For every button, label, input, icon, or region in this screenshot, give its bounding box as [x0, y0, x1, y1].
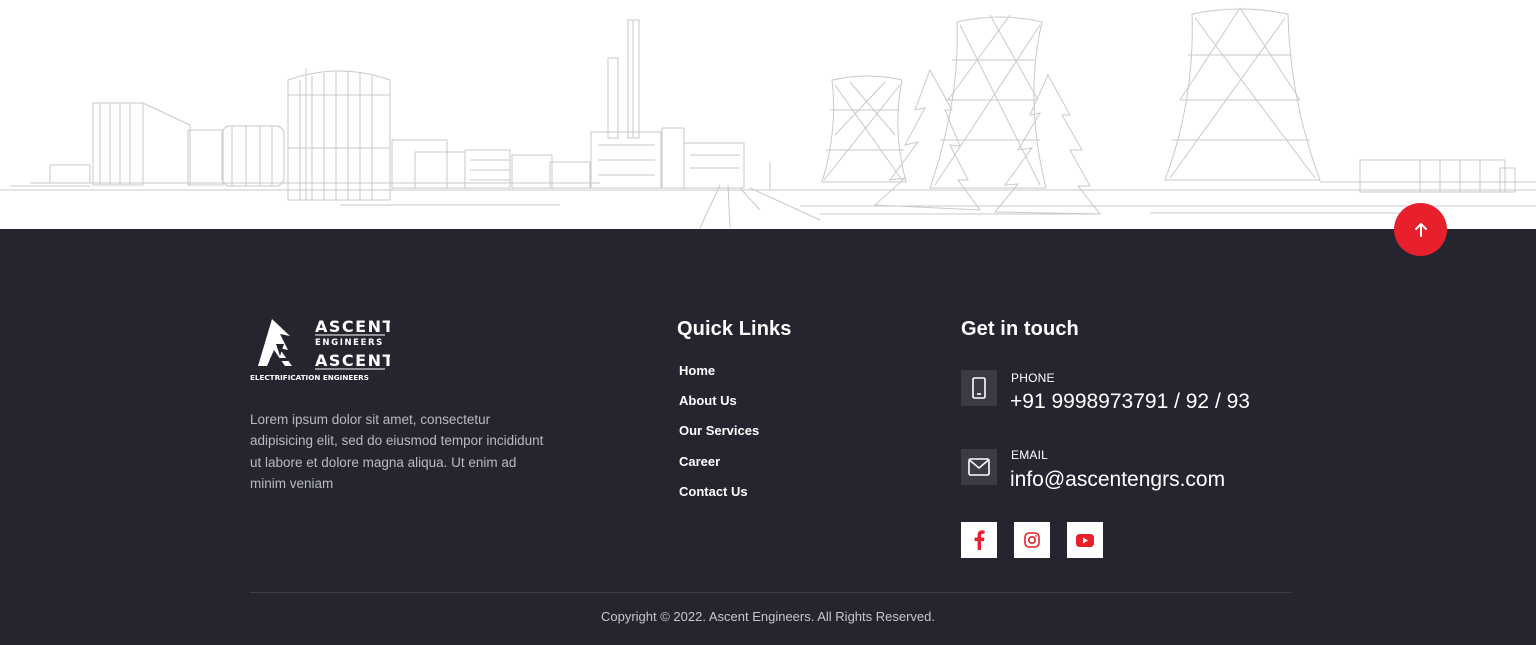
youtube-icon	[1076, 533, 1094, 547]
email-address[interactable]: info@ascentengrs.com	[1010, 468, 1225, 492]
list-item: Contact Us	[679, 483, 759, 513]
quick-links-title: Quick Links	[677, 318, 792, 340]
logo-bottom-text: ASCENT	[315, 351, 390, 370]
email-label: EMAIL	[1011, 448, 1049, 462]
phone-number[interactable]: +91 9998973791 / 92 / 93	[1010, 390, 1250, 414]
logo-top-text: ASCENT	[315, 317, 390, 336]
back-to-top-button[interactable]	[1394, 203, 1447, 256]
list-item: Career	[679, 453, 759, 483]
quick-links-list: Home About Us Our Services Career Contac…	[679, 362, 759, 513]
footer-link-our-services[interactable]: Our Services	[679, 422, 759, 440]
logo-top-subtext: ENGINEERS	[315, 338, 384, 348]
industrial-skyline-illustration	[0, 0, 1536, 229]
list-item: Home	[679, 362, 759, 392]
footer-link-home[interactable]: Home	[679, 362, 715, 380]
phone-icon-box	[961, 370, 997, 406]
phone-label: PHONE	[1011, 371, 1055, 385]
skyline-sketch	[0, 7, 1536, 229]
site-footer	[0, 229, 1536, 645]
instagram-button[interactable]	[1014, 522, 1050, 558]
company-logo[interactable]: ASCENT ENGINEERS ASCENT ELECTRIFICATION …	[250, 316, 393, 384]
smartphone-icon	[972, 377, 986, 399]
about-description: Lorem ipsum dolor sit amet, consectetur …	[250, 412, 544, 491]
email-icon-box	[961, 449, 997, 485]
footer-link-career[interactable]: Career	[679, 453, 720, 471]
list-item: Our Services	[679, 422, 759, 452]
footer-divider	[250, 592, 1291, 593]
ascent-logo: ASCENT ENGINEERS ASCENT ELECTRIFICATION …	[250, 317, 393, 382]
copyright-text: Copyright © 2022. Ascent Engineers. All …	[600, 609, 936, 624]
facebook-icon	[974, 530, 985, 550]
footer-link-about-us[interactable]: About Us	[679, 392, 737, 410]
youtube-button[interactable]	[1067, 522, 1103, 558]
arrow-up-icon	[1414, 222, 1427, 237]
facebook-button[interactable]	[961, 522, 997, 558]
footer-link-contact-us[interactable]: Contact Us	[679, 483, 748, 501]
envelope-icon	[968, 458, 990, 476]
list-item: About Us	[679, 392, 759, 422]
get-in-touch-title: Get in touch	[961, 318, 1079, 340]
instagram-icon	[1024, 532, 1040, 548]
logo-bottom-subtext: ELECTRIFICATION ENGINEERS	[250, 373, 369, 382]
